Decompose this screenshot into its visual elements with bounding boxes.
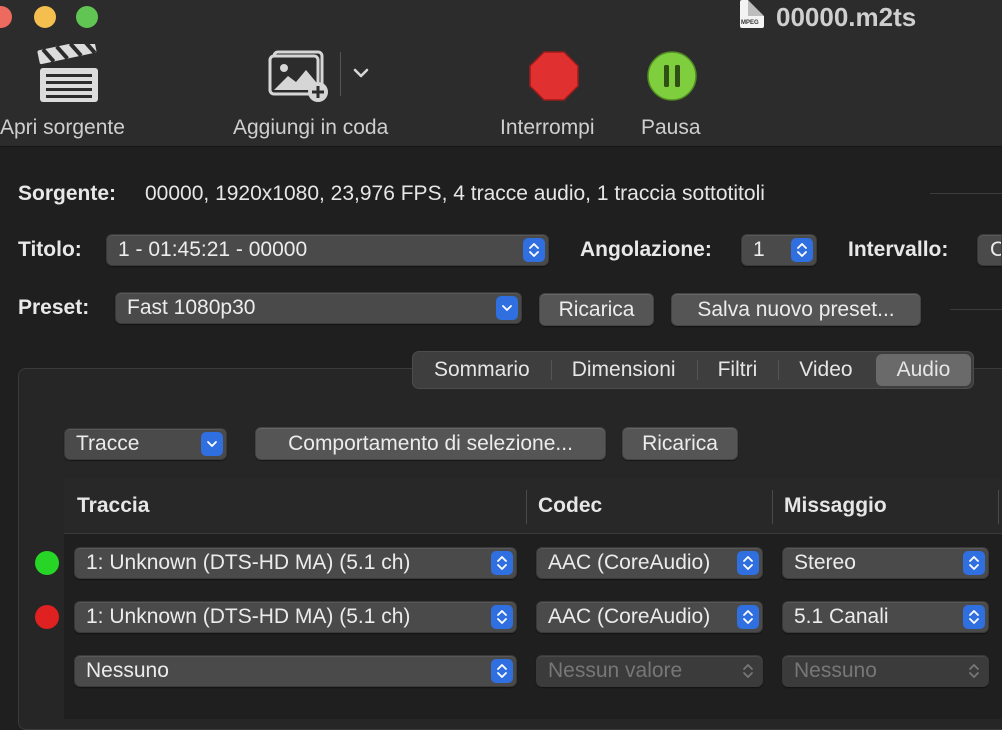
selection-behavior-button[interactable]: Comportamento di selezione... (255, 427, 606, 460)
tab-bar: Sommario Dimensioni Filtri Video Audio (412, 351, 975, 389)
codec-value: AAC (CoreAudio) (548, 605, 711, 628)
up-down-chevron-icon (963, 551, 985, 575)
chevron-down-icon (201, 432, 223, 456)
close-window-button[interactable] (0, 6, 12, 28)
audio-reload-button[interactable]: Ricarica (622, 427, 738, 460)
track-source-popup[interactable]: 1: Unknown (DTS-HD MA) (5.1 ch) (74, 601, 517, 633)
toolbar: MPEG 00000.m2ts Apri sorgente Aggiungi i… (0, 0, 1002, 147)
range-label: Intervallo: (848, 238, 949, 261)
minimize-window-button[interactable] (34, 6, 56, 28)
window-title: 00000.m2ts (776, 2, 917, 32)
codec-popup[interactable]: Nessun valore (536, 655, 763, 687)
clapperboard-icon[interactable] (36, 39, 102, 104)
mix-popup[interactable]: Stereo (782, 547, 989, 579)
toolbar-separator (340, 52, 341, 96)
tab-audio[interactable]: Audio (875, 354, 972, 386)
mix-popup[interactable]: Nessuno (782, 655, 989, 687)
codec-popup[interactable]: AAC (CoreAudio) (536, 547, 763, 579)
open-source-label[interactable]: Apri sorgente (0, 116, 125, 140)
title-popup[interactable]: 1 - 01:45:21 - 00000 (106, 234, 549, 266)
up-down-chevron-icon (791, 238, 813, 262)
stop-label[interactable]: Interrompi (500, 116, 595, 140)
track-source-value: 1: Unknown (DTS-HD MA) (5.1 ch) (86, 605, 411, 628)
up-down-chevron-icon (491, 551, 513, 575)
angle-popup-value: 1 (753, 238, 765, 261)
mix-value: 5.1 Canali (794, 605, 889, 628)
stop-icon[interactable] (528, 50, 580, 102)
column-divider (772, 490, 773, 524)
column-divider (526, 490, 527, 524)
track-status-indicator (35, 551, 59, 575)
tab-video[interactable]: Video (778, 352, 873, 388)
up-down-chevron-icon (963, 605, 985, 629)
angle-label: Angolazione: (580, 238, 712, 261)
column-divider (998, 490, 999, 524)
zoom-window-button[interactable] (76, 6, 98, 28)
pause-label[interactable]: Pausa (641, 116, 701, 140)
up-down-chevron-icon (737, 605, 759, 629)
up-down-chevron-icon (491, 605, 513, 629)
tab-filters[interactable]: Filtri (696, 352, 779, 388)
track-source-popup[interactable]: 1: Unknown (DTS-HD MA) (5.1 ch) (74, 547, 517, 579)
title-label: Titolo: (18, 238, 82, 261)
column-header-codec[interactable]: Codec (538, 494, 602, 518)
angle-popup[interactable]: 1 (741, 234, 817, 266)
mix-value: Stereo (794, 551, 856, 574)
add-to-queue-label[interactable]: Aggiungi in coda (233, 116, 388, 140)
range-popup-value: C (990, 238, 1001, 261)
up-down-chevron-icon (491, 659, 513, 683)
codec-value: AAC (CoreAudio) (548, 551, 711, 574)
document-icon: MPEG (740, 0, 764, 28)
title-popup-value: 1 - 01:45:21 - 00000 (118, 238, 308, 261)
track-source-value: 1: Unknown (DTS-HD MA) (5.1 ch) (86, 551, 411, 574)
preset-popup[interactable]: Fast 1080p30 (115, 292, 522, 324)
save-new-preset-button[interactable]: Salva nuovo preset... (671, 293, 921, 326)
codec-value: Nessun valore (548, 659, 683, 682)
up-down-chevron-icon (737, 551, 759, 575)
mix-popup[interactable]: 5.1 Canali (782, 601, 989, 633)
pause-icon[interactable] (646, 50, 698, 102)
track-status-indicator (35, 605, 59, 629)
up-down-chevron-icon (963, 659, 985, 683)
tracks-popup-value: Tracce (76, 432, 140, 455)
source-value: 00000, 1920x1080, 23,976 FPS, 4 tracce a… (145, 182, 765, 205)
column-header-mix[interactable]: Missaggio (784, 494, 887, 518)
preset-label: Preset: (18, 296, 90, 319)
divider (930, 193, 1002, 194)
divider (950, 309, 1002, 310)
up-down-chevron-icon (523, 238, 545, 262)
codec-popup[interactable]: AAC (CoreAudio) (536, 601, 763, 633)
up-down-chevron-icon (737, 659, 759, 683)
column-header-track[interactable]: Traccia (77, 494, 149, 518)
chevron-down-icon[interactable] (348, 60, 374, 86)
track-source-popup[interactable]: Nessuno (74, 655, 517, 687)
mix-value: Nessuno (794, 659, 877, 682)
tab-dimensions[interactable]: Dimensioni (550, 352, 697, 388)
document-icon-label: MPEG (741, 20, 759, 26)
track-source-value: Nessuno (86, 659, 169, 682)
tab-summary[interactable]: Sommario (413, 352, 551, 388)
add-to-queue-icon[interactable] (266, 50, 332, 104)
source-label: Sorgente: (18, 182, 117, 205)
preset-popup-value: Fast 1080p30 (127, 296, 256, 319)
range-popup[interactable]: C (977, 234, 1002, 266)
tracks-popup[interactable]: Tracce (64, 428, 227, 460)
chevron-down-icon (496, 296, 518, 320)
preset-reload-button[interactable]: Ricarica (539, 293, 654, 326)
